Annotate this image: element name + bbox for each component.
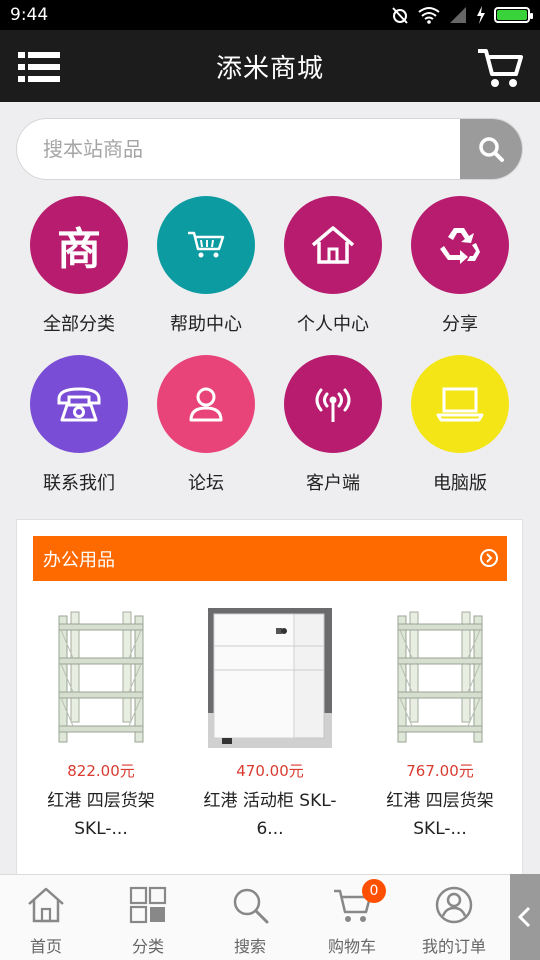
tab-categories[interactable]: 分类: [98, 875, 198, 960]
hamburger-menu-icon: [18, 52, 60, 82]
alarm-off-icon: [392, 7, 408, 24]
shortcut-forum[interactable]: 论坛: [142, 355, 270, 495]
app-title: 添米商城: [215, 53, 324, 84]
shortcut-label: 全部分类: [43, 314, 115, 335]
product-name-line2: SKL-...: [413, 819, 467, 839]
shortcut-circle: [284, 196, 382, 294]
shortcut-circle: [284, 355, 382, 453]
shelf-image: [58, 611, 144, 743]
product-image[interactable]: [39, 608, 163, 748]
tab-label: 我的订单: [421, 937, 486, 956]
search-bar: [16, 118, 523, 180]
shortcut-circle: [157, 196, 255, 294]
battery-icon: [494, 7, 533, 23]
charging-icon: [477, 6, 485, 24]
chevron-left-icon: [517, 906, 531, 928]
signal-icon: [450, 7, 466, 23]
shortcut-share[interactable]: 分享: [396, 196, 524, 336]
product-name[interactable]: 红港 四层货架 SKL-...: [26, 787, 176, 843]
shopping-cart-icon: [478, 49, 523, 87]
search-input[interactable]: [17, 119, 460, 179]
antenna-icon: [315, 388, 351, 422]
arrow-circle-right-icon[interactable]: [479, 548, 499, 568]
home-icon: [311, 226, 355, 264]
menu-button[interactable]: [18, 50, 62, 84]
product-name-line2: SKL-...: [74, 819, 128, 839]
user-icon: [189, 387, 223, 422]
status-bar: 9:44: [0, 0, 540, 30]
cart-icon: [188, 231, 225, 258]
office-supplies-panel: 办公用品 822.00元 红港 四层货架 SKL-... 470.00元 红港 …: [16, 519, 523, 879]
tab-home[interactable]: 首页: [0, 875, 96, 960]
tab-cart[interactable]: 0 购物车: [302, 875, 402, 960]
side-panel-toggle[interactable]: [510, 874, 540, 960]
shortcut-label: 电脑版: [433, 473, 487, 494]
status-icons: [390, 5, 533, 25]
status-time: 9:44: [10, 5, 49, 25]
product-card[interactable]: 767.00元 红港 四层货架 SKL-...: [365, 608, 515, 843]
tab-label: 购物车: [327, 937, 376, 956]
product-name[interactable]: 红港 四层货架 SKL-...: [365, 787, 515, 843]
user-circle-icon: [435, 886, 473, 924]
shortcut-all-categories[interactable]: 商 全部分类: [15, 196, 143, 336]
home-icon: [28, 887, 64, 923]
shortcut-circle: [157, 355, 255, 453]
tab-cart-icon-wrap: 0: [332, 879, 386, 925]
shortcut-circle: [411, 196, 509, 294]
cabinet-image: [208, 608, 332, 748]
product-name-line1: 红港 四层货架: [386, 791, 494, 811]
search-button[interactable]: [460, 119, 522, 179]
product-name-line1: 红港 活动柜 SKL-: [203, 791, 337, 811]
section-title: 办公用品: [43, 549, 115, 571]
tab-my-orders[interactable]: 我的订单: [404, 875, 504, 960]
product-card[interactable]: 822.00元 红港 四层货架 SKL-...: [26, 608, 176, 843]
tab-search[interactable]: 搜索: [200, 875, 300, 960]
shortcut-help-center[interactable]: 帮助中心: [142, 196, 270, 336]
product-name[interactable]: 红港 活动柜 SKL- 6...: [195, 787, 345, 843]
search-icon: [479, 137, 504, 162]
shortcut-label: 论坛: [188, 473, 224, 494]
app-header: 添米商城: [0, 30, 540, 102]
shortcut-desktop-version[interactable]: 电脑版: [396, 355, 524, 495]
product-price: 822.00元: [67, 762, 135, 780]
shop-character-icon: 商: [57, 224, 101, 275]
recycle-icon: [440, 228, 480, 264]
shortcut-label: 分享: [442, 314, 478, 335]
product-price: 767.00元: [406, 762, 474, 780]
shortcut-personal-center[interactable]: 个人中心: [269, 196, 397, 336]
laptop-icon: [436, 387, 484, 422]
shortcut-contact-us[interactable]: 联系我们: [15, 355, 143, 495]
cart-count-badge: 0: [362, 879, 386, 903]
header-cart-button[interactable]: [476, 46, 524, 90]
search-icon: [233, 888, 269, 924]
category-grid-icon: [129, 886, 167, 924]
shortcut-label: 帮助中心: [170, 314, 242, 335]
product-image[interactable]: [378, 608, 502, 748]
tab-label: 搜索: [233, 937, 266, 956]
section-header[interactable]: 办公用品: [33, 536, 507, 581]
tab-label: 首页: [29, 937, 62, 956]
tab-label: 分类: [131, 937, 164, 956]
battery-level: [497, 10, 527, 20]
shortcut-label: 联系我们: [43, 473, 115, 494]
product-name-line1: 红港 四层货架: [47, 791, 155, 811]
product-price: 470.00元: [236, 762, 304, 780]
telephone-icon: [57, 387, 101, 422]
shortcut-client[interactable]: 客户端: [269, 355, 397, 495]
shortcut-label: 客户端: [306, 473, 360, 494]
wifi-icon: [418, 7, 440, 24]
shelf-image: [397, 611, 483, 743]
product-card[interactable]: 470.00元 红港 活动柜 SKL- 6...: [195, 608, 345, 843]
shortcut-label: 个人中心: [297, 314, 369, 335]
shortcut-circle: [30, 355, 128, 453]
product-image[interactable]: [208, 608, 332, 748]
shortcut-circle: [411, 355, 509, 453]
bottom-tab-bar: 首页 分类 搜索 0 购物车 我的订单: [0, 874, 540, 960]
product-name-line2: 6...: [256, 819, 284, 839]
shortcut-circle: 商: [30, 196, 128, 294]
